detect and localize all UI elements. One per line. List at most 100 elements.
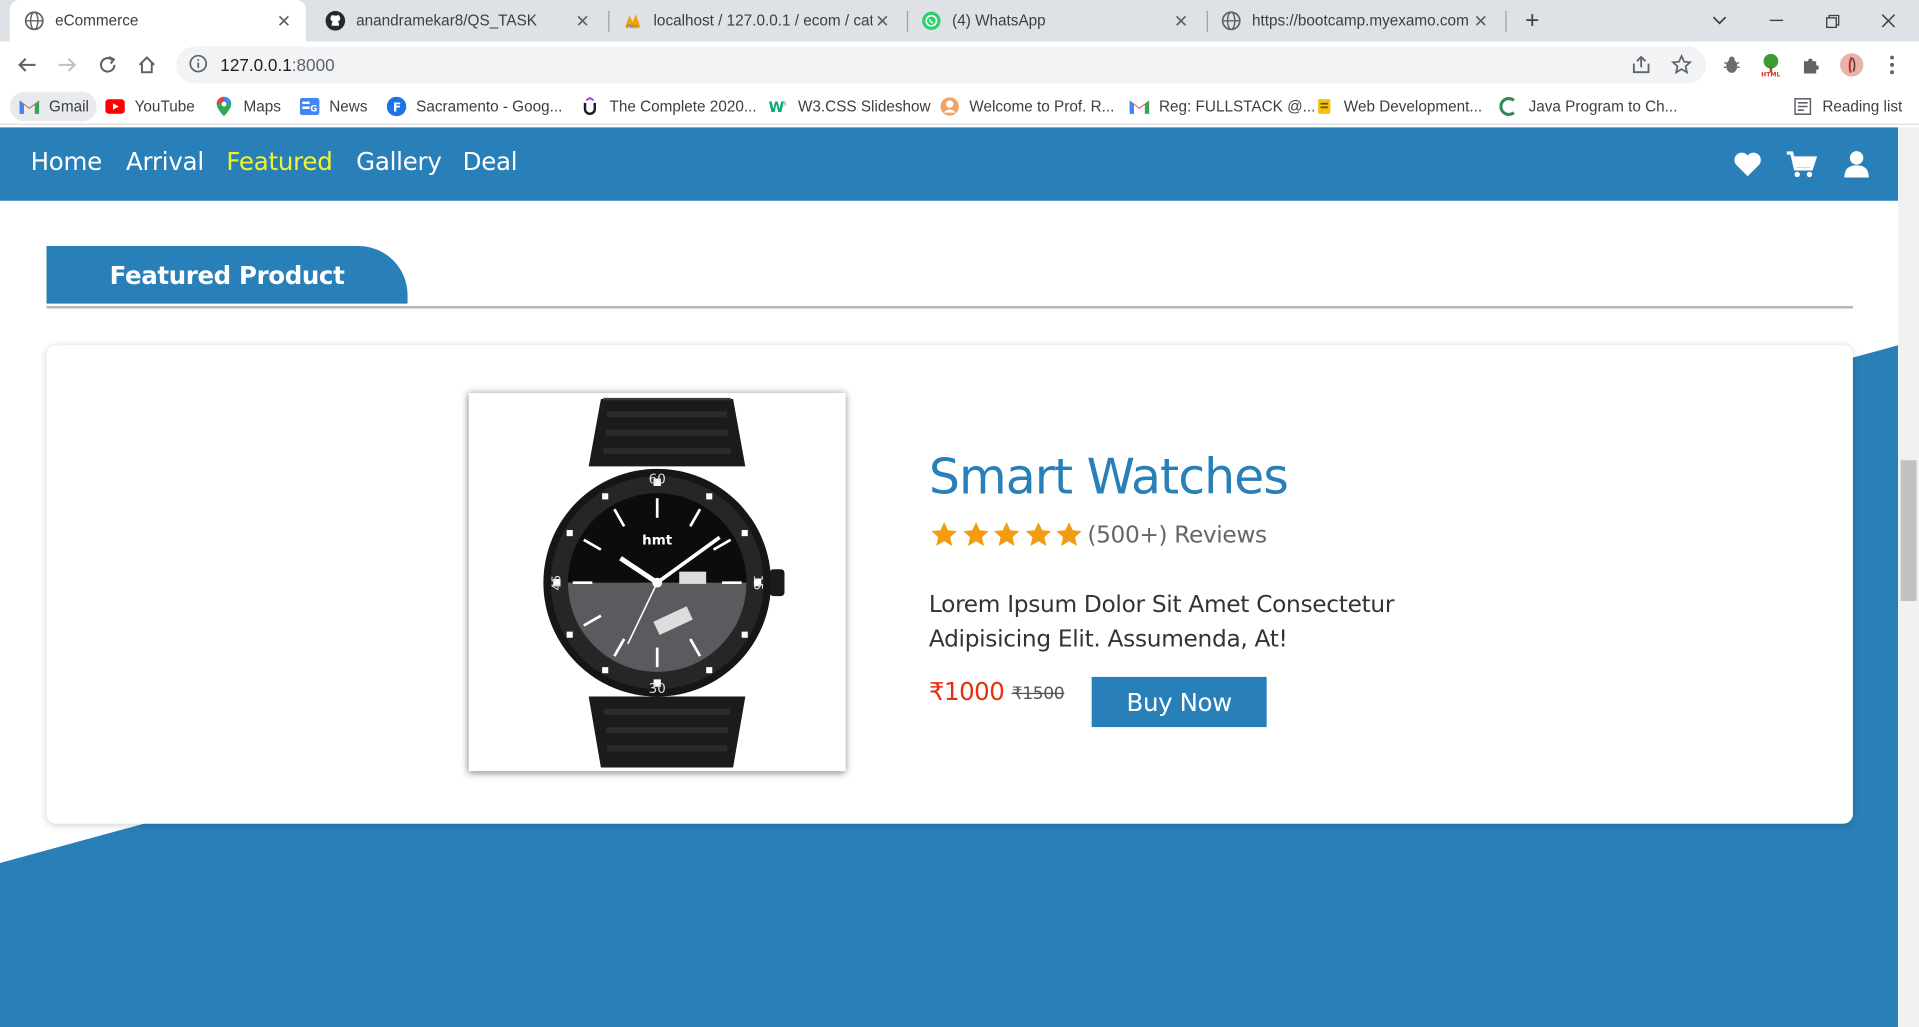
toolbar: 127.0.0.1:8000 HTML (0, 41, 1919, 89)
w3schools-icon: W3 (769, 97, 789, 117)
tab-ecommerce[interactable]: eCommerce ✕ (9, 0, 306, 42)
section-title: Featured Product (46, 246, 408, 304)
menu-icon[interactable] (1880, 53, 1904, 77)
gmail-icon (19, 97, 40, 117)
bookmark-sacramento[interactable]: F Sacramento - Goog... (386, 92, 563, 121)
globe-icon (1221, 11, 1241, 31)
nav-arrival[interactable]: Arrival (126, 147, 204, 176)
user-icon[interactable] (1841, 148, 1873, 180)
forward-button[interactable] (53, 50, 82, 79)
svg-text:60: 60 (649, 473, 666, 488)
tab-title: (4) WhatsApp (952, 12, 1046, 30)
svg-text:G: G (310, 104, 317, 114)
bookmark-maps[interactable]: Maps (214, 92, 281, 121)
github-icon (325, 11, 346, 31)
svg-text:PMA: PMA (626, 24, 638, 30)
close-icon[interactable]: ✕ (873, 10, 893, 31)
scrollbar-thumb[interactable] (1900, 460, 1917, 602)
bookmark-label: News (329, 97, 368, 116)
new-tab-button[interactable]: + (1519, 7, 1546, 34)
bookmark-label: W3.CSS Slideshow (797, 97, 931, 116)
bookmark-label: Web Development... (1343, 97, 1483, 116)
tab-title: https://bootcamp.myexamo.com (1251, 12, 1469, 30)
close-icon[interactable]: ✕ (573, 10, 593, 31)
bug-extension-icon[interactable] (1720, 53, 1744, 77)
section-heading: Featured Product (46, 246, 1853, 307)
reload-icon (99, 55, 116, 73)
home-icon (138, 56, 155, 74)
product-image[interactable]: 60 30 45 15 hmt (468, 392, 846, 772)
profile-icon (940, 97, 960, 117)
reading-list-label: Reading list (1822, 97, 1903, 116)
cart-icon[interactable] (1786, 148, 1818, 180)
close-icon[interactable]: ✕ (1171, 10, 1191, 31)
news-icon: G (299, 97, 320, 117)
tab-whatsapp[interactable]: (4) WhatsApp ✕ (909, 0, 1203, 42)
product-description: Lorem Ipsum Dolor Sit Amet Consectetur A… (928, 591, 1395, 653)
tab-separator (1505, 11, 1507, 32)
bookmark-label: The Complete 2020... (609, 97, 757, 116)
close-icon[interactable]: ✕ (274, 10, 294, 31)
svg-text:3: 3 (783, 101, 787, 107)
share-icon[interactable] (1630, 54, 1652, 76)
youtube-icon (105, 97, 125, 117)
bookmarks-bar: Gmail YouTube Maps G News F Sacramento -… (0, 88, 1919, 125)
old-price: ₹1500 (1011, 684, 1065, 704)
chevron-down-icon (1712, 16, 1727, 25)
bookmark-label: Gmail (48, 97, 89, 116)
bookmark-complete-2020[interactable]: The Complete 2020... (580, 92, 757, 121)
tab-github[interactable]: anandramekar8/QS_TASK ✕ (311, 0, 605, 42)
bookmark-news[interactable]: G News (299, 92, 368, 121)
tab-search-button[interactable] (1691, 0, 1747, 42)
bookmark-prof[interactable]: Welcome to Prof. R... (940, 92, 1114, 121)
current-price: ₹1000 (928, 676, 1005, 707)
tab-title: localhost / 127.0.0.1 / ecom / cat (653, 12, 873, 30)
bookmark-youtube[interactable]: YouTube (105, 92, 195, 121)
star-icon (1025, 522, 1051, 546)
svg-text:15: 15 (751, 575, 765, 591)
whatsapp-icon (922, 11, 942, 31)
bookmark-label: Java Program to Ch... (1528, 97, 1678, 116)
reading-list-button[interactable]: Reading list (1793, 92, 1902, 121)
bookmark-fullstack[interactable]: Reg: FULLSTACK @... (1129, 92, 1315, 121)
back-button[interactable] (12, 50, 41, 79)
gmail-icon (1129, 97, 1150, 117)
close-icon[interactable]: ✕ (1471, 10, 1491, 31)
minimize-button[interactable] (1748, 0, 1804, 42)
buy-now-button[interactable]: Buy Now (1091, 676, 1267, 728)
nav-deal[interactable]: Deal (463, 147, 518, 176)
avatar[interactable] (1839, 53, 1864, 77)
nav-gallery[interactable]: Gallery (356, 147, 442, 176)
star-icon[interactable] (1670, 53, 1693, 76)
nav-home[interactable]: Home (31, 147, 103, 176)
svg-text:hmt: hmt (642, 534, 673, 549)
bookmark-label: Sacramento - Goog... (416, 97, 563, 116)
tab-phpmyadmin[interactable]: PMA localhost / 127.0.0.1 / ecom / cat ✕ (611, 0, 905, 42)
close-window-button[interactable] (1860, 0, 1916, 42)
tree-extension-icon[interactable]: HTML (1759, 53, 1783, 77)
bookmark-w3css[interactable]: W3 W3.CSS Slideshow (769, 92, 931, 121)
bookmark-java[interactable]: Java Program to Ch... (1499, 92, 1677, 121)
restore-button[interactable] (1804, 0, 1860, 42)
tab-bootcamp[interactable]: https://bootcamp.myexamo.com ✕ (1209, 0, 1503, 42)
reload-button[interactable] (93, 50, 122, 79)
bookmark-webdev[interactable]: Web Development... (1314, 92, 1482, 121)
watch-image: 60 30 45 15 hmt (543, 397, 785, 768)
tab-title: anandramekar8/QS_TASK (356, 12, 537, 30)
puzzle-icon[interactable] (1799, 53, 1823, 77)
svg-text:45: 45 (550, 575, 564, 591)
info-icon[interactable] (188, 53, 210, 76)
bookmark-label: Maps (243, 97, 281, 116)
product-title: Smart Watches (928, 449, 1289, 506)
review-count: (500+) Reviews (1087, 521, 1267, 549)
home-button[interactable] (132, 50, 161, 79)
product-rating: (500+) Reviews (929, 520, 1267, 549)
star-icon (993, 522, 1020, 546)
nav-featured[interactable]: Featured (226, 147, 332, 176)
browser-window: eCommerce ✕ anandramekar8/QS_TASK ✕ PMA … (0, 0, 1919, 1027)
address-bar[interactable]: 127.0.0.1:8000 (176, 46, 1707, 84)
bookmark-icon (1499, 97, 1519, 117)
bookmark-gmail[interactable]: Gmail (9, 91, 97, 122)
svg-text:30: 30 (649, 682, 666, 697)
heart-icon[interactable] (1732, 148, 1764, 180)
